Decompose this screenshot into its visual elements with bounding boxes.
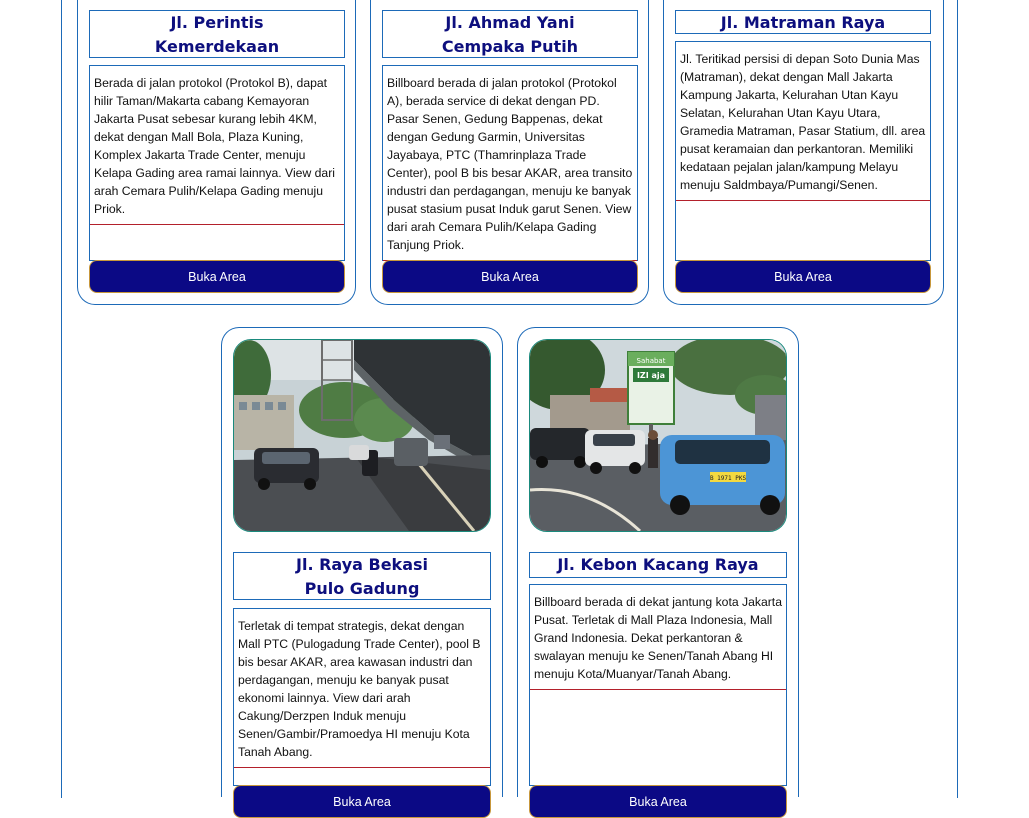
location-card-perintis: Jl. Perintis Kemerdekaan Berada di jalan… [77, 0, 356, 305]
location-photo [233, 339, 491, 532]
location-title: Jl. Perintis Kemerdekaan [89, 10, 345, 58]
billboard-sign-line1: Sahabat [637, 357, 666, 365]
street-photo-kebon-kacang: Sahabat IZI aja B 1971 PKS [530, 340, 786, 531]
open-area-button[interactable]: Buka Area [233, 785, 491, 818]
location-title: Jl. Ahmad Yani Cempaka Putih [382, 10, 638, 58]
location-title: Jl. Raya Bekasi Pulo Gadung [233, 552, 491, 600]
location-card-kebon-kacang: Sahabat IZI aja B 1971 PKS Jl. Kebon Kac… [517, 327, 799, 818]
location-description: Billboard berada di dekat jantung kota J… [530, 585, 786, 690]
location-description-box: Billboard berada di jalan protokol (Prot… [382, 65, 638, 261]
open-area-button[interactable]: Buka Area [529, 785, 787, 818]
location-description-box: Billboard berada di dekat jantung kota J… [529, 584, 787, 786]
location-description: Jl. Teritikad persisi di depan Soto Duni… [676, 42, 930, 201]
location-photo: Sahabat IZI aja B 1971 PKS [529, 339, 787, 532]
location-description-box: Terletak di tempat strategis, dekat deng… [233, 608, 491, 786]
location-description-box: Jl. Teritikad persisi di depan Soto Duni… [675, 41, 931, 261]
billboard-sign-line2: IZI aja [637, 371, 665, 380]
location-card-raya-bekasi: Jl. Raya Bekasi Pulo Gadung Terletak di … [221, 327, 503, 818]
location-description: Terletak di tempat strategis, dekat deng… [234, 609, 490, 768]
open-area-button[interactable]: Buka Area [382, 260, 638, 293]
location-description: Billboard berada di jalan protokol (Prot… [383, 66, 637, 261]
location-title: Jl. Kebon Kacang Raya [529, 552, 787, 578]
location-title: Jl. Matraman Raya [675, 10, 931, 34]
location-description-box: Berada di jalan protokol (Protokol B), d… [89, 65, 345, 261]
location-card-matraman: Jl. Matraman Raya Jl. Teritikad persisi … [663, 0, 944, 305]
taxi-plate: B 1971 PKS [710, 475, 747, 482]
location-card-ahmad-yani: Jl. Ahmad Yani Cempaka Putih Billboard b… [370, 0, 649, 305]
location-description: Berada di jalan protokol (Protokol B), d… [90, 66, 344, 225]
street-photo-bekasi [234, 340, 490, 531]
open-area-button[interactable]: Buka Area [89, 260, 345, 293]
open-area-button[interactable]: Buka Area [675, 260, 931, 293]
